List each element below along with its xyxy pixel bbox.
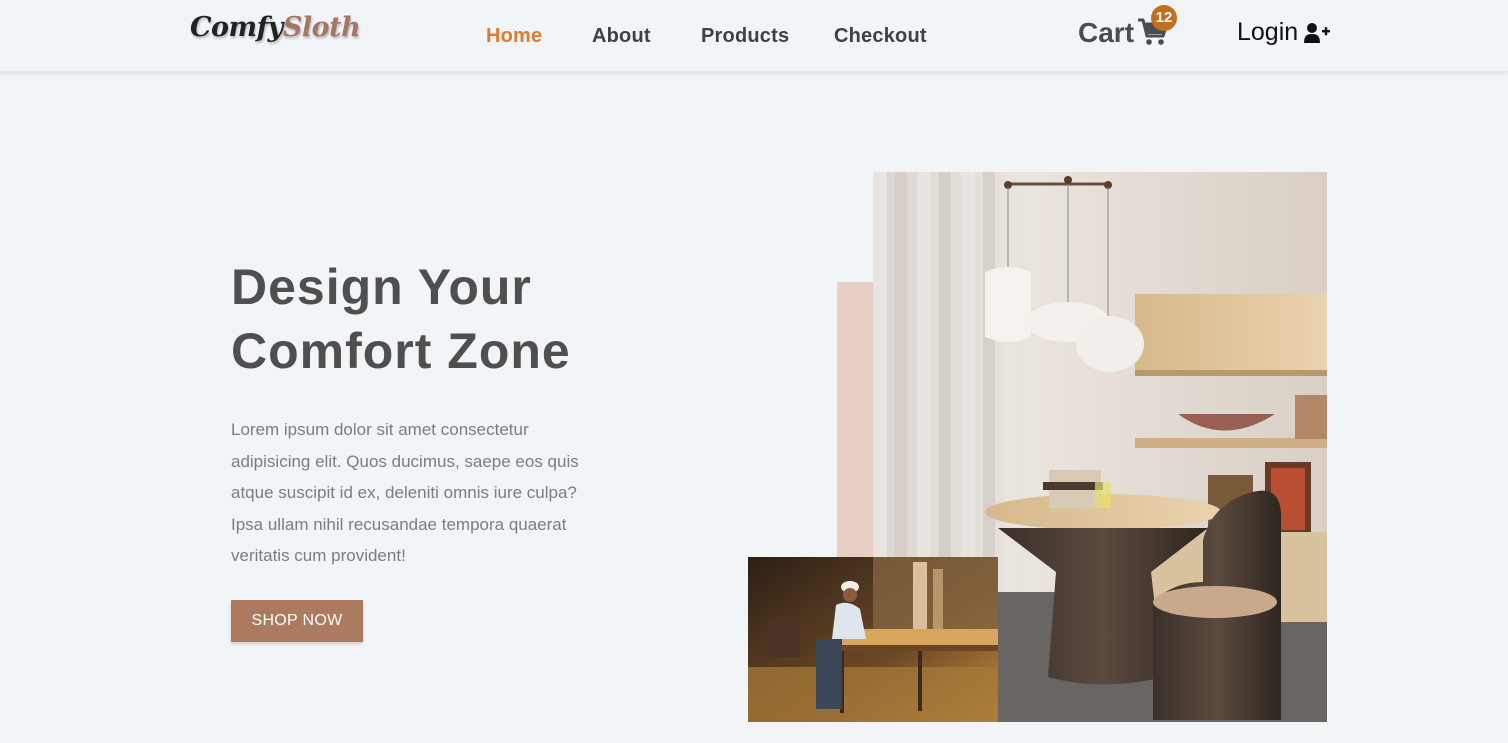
accent-block xyxy=(837,282,877,562)
carpenter-image xyxy=(748,557,998,722)
cart-button[interactable]: Cart xyxy=(1078,17,1134,49)
nav-link-about[interactable]: About xyxy=(592,25,651,48)
navbar: ComfySloth Home About Products Checkout … xyxy=(0,0,1508,72)
brand-logo[interactable]: ComfySloth xyxy=(190,12,361,43)
brand-part1: Comfy xyxy=(190,12,283,43)
hero-title: Design Your Comfort Zone xyxy=(231,259,571,379)
login-button[interactable]: Login xyxy=(1237,18,1298,47)
nav-link-products[interactable]: Products xyxy=(701,25,789,48)
hero-description: Lorem ipsum dolor sit amet consectetur a… xyxy=(231,420,579,565)
brand-part2: Sloth xyxy=(282,12,361,43)
shop-now-button[interactable]: SHOP NOW xyxy=(231,600,363,642)
nav-link-home[interactable]: Home xyxy=(486,25,542,48)
nav-link-checkout[interactable]: Checkout xyxy=(834,25,927,48)
cart-count-badge: 12 xyxy=(1151,5,1177,31)
user-plus-icon[interactable] xyxy=(1304,22,1330,44)
